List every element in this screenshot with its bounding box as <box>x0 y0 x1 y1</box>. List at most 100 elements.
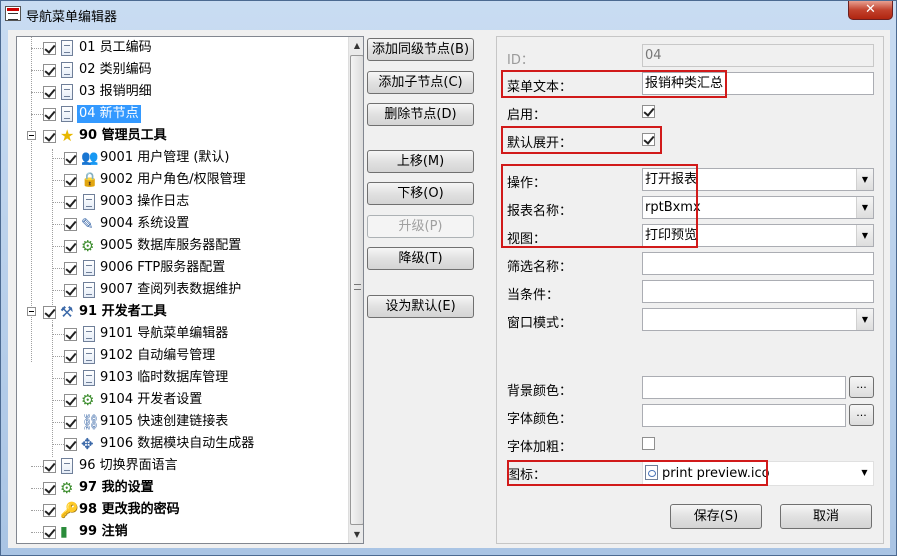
id-field: 04 <box>642 44 874 67</box>
demote-button[interactable]: 降级(T) <box>367 247 474 270</box>
tree-item-checkbox[interactable] <box>64 218 77 231</box>
tree-item-checkbox[interactable] <box>43 64 56 77</box>
condition-field[interactable] <box>642 280 874 303</box>
id-label: ID： <box>507 53 534 68</box>
tree-item-label: 04 新节点 <box>77 105 141 123</box>
filter-name-field[interactable] <box>642 252 874 275</box>
link-icon: ⛓ <box>81 413 101 431</box>
scroll-up-arrow-icon[interactable]: ▲ <box>349 37 363 54</box>
tree-item-checkbox[interactable] <box>64 152 77 165</box>
chevron-down-icon[interactable]: ▼ <box>856 225 873 246</box>
document-icon <box>83 282 95 298</box>
highlight-box <box>507 460 768 486</box>
title-bar: 导航菜单编辑器 ✕ <box>1 1 896 29</box>
filter-name-label: 筛选名称： <box>507 260 573 275</box>
document-icon <box>61 458 73 474</box>
tree-scrollbar[interactable]: ▲ ▼ <box>348 37 363 543</box>
tree-item-label: 97 我的设置 <box>79 480 154 495</box>
tree-item-checkbox[interactable] <box>64 372 77 385</box>
tree-item-checkbox[interactable] <box>43 306 56 319</box>
tree-connector-line <box>52 325 53 457</box>
chevron-down-icon[interactable]: ▼ <box>856 309 873 330</box>
gear-icon: ⚙ <box>81 237 95 255</box>
tree-item-label: 96 切换界面语言 <box>79 458 178 473</box>
tree-item-checkbox[interactable] <box>43 86 56 99</box>
tree-item-checkbox[interactable] <box>64 438 77 451</box>
lock-icon: 🔒 <box>81 172 99 188</box>
tree-item-label: 9002 用户角色/权限管理 <box>100 172 246 187</box>
condition-label: 当条件： <box>507 288 560 303</box>
tree-item-checkbox[interactable] <box>43 108 56 121</box>
highlight-box <box>501 164 698 248</box>
tree-item-checkbox[interactable] <box>64 262 77 275</box>
app-icon <box>5 6 21 21</box>
tree-item-label: 9104 开发者设置 <box>100 392 203 407</box>
tree-item-label: 98 更改我的密码 <box>79 502 180 517</box>
tree-item-label: 9102 自动编号管理 <box>100 348 216 363</box>
chevron-down-icon[interactable]: ▼ <box>856 462 873 485</box>
grip-icon <box>354 284 361 290</box>
edit-document-icon: ✎ <box>81 215 94 233</box>
tree-item-label: 02 类别编码 <box>79 62 152 77</box>
properties-panel: ID： 04 菜单文本： 报销种类汇总 启用： 默认展开： 操作： 打开报表 ▼… <box>496 36 884 544</box>
add-sibling-node-button[interactable]: 添加同级节点(B) <box>367 38 474 61</box>
font-color-label: 字体颜色： <box>507 412 573 427</box>
tree-item-label: 91 开发者工具 <box>79 304 167 319</box>
tree-item-checkbox[interactable] <box>43 526 56 539</box>
cancel-button[interactable]: 取消 <box>780 504 872 529</box>
font-bold-checkbox[interactable] <box>642 437 655 450</box>
tree-item-label: 01 员工编码 <box>79 40 152 55</box>
chevron-down-icon[interactable]: ▼ <box>856 197 873 218</box>
tools-icon: ⚒ <box>60 303 74 321</box>
font-color-field[interactable] <box>642 404 846 427</box>
tree-item-checkbox[interactable] <box>43 504 56 517</box>
tree-item-checkbox[interactable] <box>64 196 77 209</box>
delete-node-button[interactable]: 删除节点(D) <box>367 103 474 126</box>
set-default-button[interactable]: 设为默认(E) <box>367 295 474 318</box>
tree-item-label: 9101 导航菜单编辑器 <box>100 326 229 341</box>
collapse-toggle[interactable] <box>27 131 36 140</box>
tree-item-checkbox[interactable] <box>64 328 77 341</box>
generator-icon: ✥ <box>81 435 94 453</box>
menu-tree[interactable]: 01 员工编码 02 类别编码 03 报销明细 04 新节点 ★ 90 管理员工… <box>16 36 364 544</box>
tree-item-label: 9001 用户管理 (默认) <box>100 150 230 165</box>
key-icon: 🔑 <box>60 501 79 519</box>
chevron-down-icon[interactable]: ▼ <box>856 169 873 190</box>
background-color-field[interactable] <box>642 376 846 399</box>
tree-item-checkbox[interactable] <box>64 394 77 407</box>
close-button[interactable]: ✕ <box>848 1 893 20</box>
tree-item-checkbox[interactable] <box>43 42 56 55</box>
tree-item-label: 9007 查阅列表数据维护 <box>100 282 242 297</box>
tree-item-label: 9004 系统设置 <box>100 216 190 231</box>
tree-item-label: 99 注销 <box>79 524 128 539</box>
promote-button[interactable]: 升级(P) <box>367 215 474 238</box>
scrollbar-thumb[interactable] <box>350 55 363 525</box>
window-client-area: 01 员工编码 02 类别编码 03 报销明细 04 新节点 ★ 90 管理员工… <box>8 30 890 548</box>
add-child-node-button[interactable]: 添加子节点(C) <box>367 71 474 94</box>
scroll-down-arrow-icon[interactable]: ▼ <box>349 526 363 543</box>
tree-item-checkbox[interactable] <box>43 130 56 143</box>
tree-item-checkbox[interactable] <box>64 284 77 297</box>
tree-item-checkbox[interactable] <box>64 350 77 363</box>
tree-item-checkbox[interactable] <box>64 174 77 187</box>
background-color-picker-button[interactable]: ... <box>849 376 874 398</box>
move-up-button[interactable]: 上移(M) <box>367 150 474 173</box>
star-icon: ★ <box>60 126 75 145</box>
enabled-checkbox[interactable] <box>642 105 655 118</box>
highlight-box <box>501 70 727 98</box>
window-title: 导航菜单编辑器 <box>26 10 118 25</box>
save-button[interactable]: 保存(S) <box>670 504 762 529</box>
document-icon <box>83 348 95 364</box>
move-down-button[interactable]: 下移(O) <box>367 182 474 205</box>
enabled-label: 启用： <box>507 108 547 123</box>
tree-item-checkbox[interactable] <box>43 482 56 495</box>
tree-item-checkbox[interactable] <box>64 240 77 253</box>
tree-item-label: 9106 数据模块自动生成器 <box>100 436 255 451</box>
gear-icon: ⚙ <box>81 391 95 409</box>
font-color-picker-button[interactable]: ... <box>849 404 874 426</box>
tree-item-checkbox[interactable] <box>43 460 56 473</box>
window-mode-dropdown[interactable]: ▼ <box>642 308 874 331</box>
collapse-toggle[interactable] <box>27 307 36 316</box>
window-mode-label: 窗口模式： <box>507 316 573 331</box>
tree-item-checkbox[interactable] <box>64 416 77 429</box>
